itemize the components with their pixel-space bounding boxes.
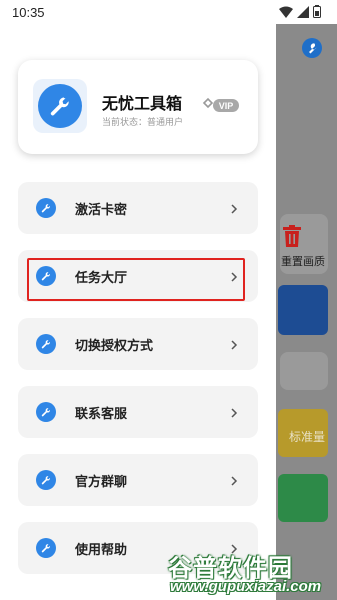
wrench-icon [38, 84, 82, 128]
menu-item-contact-support[interactable]: 联系客服 [18, 386, 258, 438]
vip-badge-text: VIP [219, 101, 234, 111]
trash-icon [282, 225, 302, 247]
watermark-url: www.gupuxiazai.com [170, 578, 322, 595]
chevron-right-icon [230, 474, 238, 486]
background-blue-button [278, 285, 328, 335]
menu-item-label: 联系客服 [75, 406, 128, 421]
status-icons [279, 5, 321, 18]
profile-card: 无忧工具箱 当前状态：普通用户 VIP [18, 60, 258, 154]
menu-item-label: 官方群聊 [75, 474, 128, 489]
menu-item-label: 任务大厅 [75, 270, 128, 285]
wifi-icon [279, 6, 293, 18]
user-status: 当前状态：普通用户 [102, 117, 184, 127]
signal-icon [297, 5, 309, 18]
background-green-button [278, 474, 328, 522]
background-wrench-icon [302, 38, 322, 58]
background-yellow-label: 标准量 [289, 430, 326, 444]
watermark: 谷普软件园 www.gupuxiazai.com [168, 548, 334, 598]
menu-item-label: 使用帮助 [75, 542, 128, 557]
status-time: 10:35 [12, 5, 45, 20]
app-title: 无忧工具箱 [102, 96, 183, 113]
wrench-icon [36, 198, 56, 218]
wrench-icon [36, 402, 56, 422]
status-bar: 10:35 [0, 0, 337, 24]
chevron-right-icon [230, 406, 238, 418]
wrench-icon [36, 334, 56, 354]
menu-item-switch-auth[interactable]: 切换授权方式 [18, 318, 258, 370]
chevron-right-icon [230, 202, 238, 214]
navigation-drawer: 无忧工具箱 当前状态：普通用户 VIP 激活卡密 任务大厅 切换授权方式 联系客… [0, 24, 276, 600]
menu-item-task-hall[interactable]: 任务大厅 [18, 250, 258, 302]
menu-item-label: 激活卡密 [75, 202, 128, 217]
battery-icon [313, 5, 321, 18]
wrench-icon [36, 470, 56, 490]
app-logo [33, 79, 87, 133]
chevron-right-icon [230, 270, 238, 282]
background-card [280, 352, 328, 390]
wrench-icon [36, 538, 56, 558]
chevron-right-icon [230, 338, 238, 350]
menu-item-activate-card[interactable]: 激活卡密 [18, 182, 258, 234]
menu-item-official-group[interactable]: 官方群聊 [18, 454, 258, 506]
menu-item-label: 切换授权方式 [75, 338, 154, 353]
vip-badge[interactable]: VIP [202, 97, 242, 115]
background-trash-label: 重置画质 [281, 256, 325, 268]
wrench-icon [36, 266, 56, 286]
